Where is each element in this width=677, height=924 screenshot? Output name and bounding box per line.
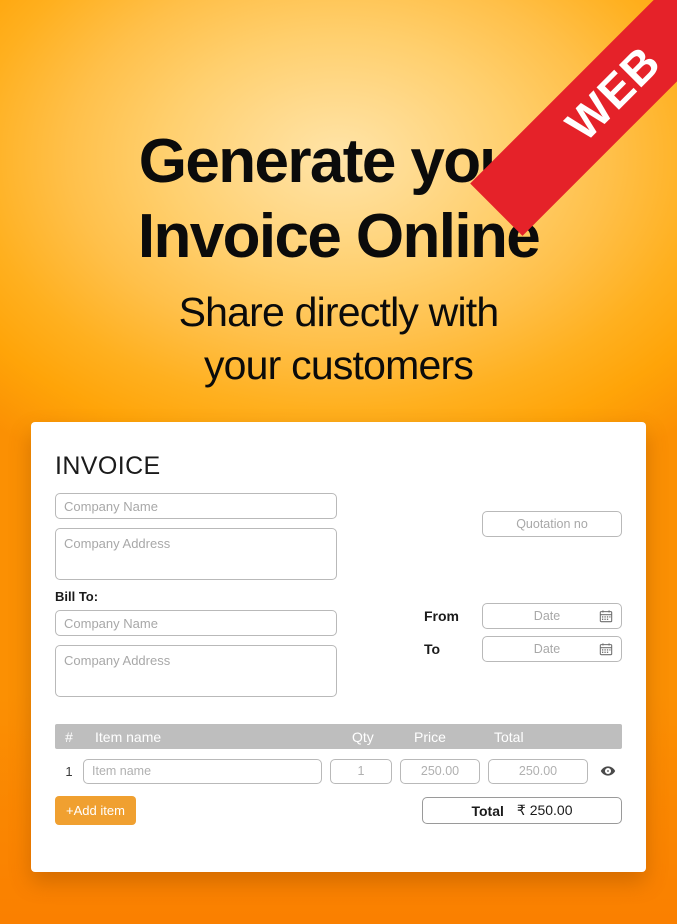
items-table-footer: +Add item Total ₹ 250.00: [55, 796, 622, 825]
date-to-input[interactable]: Date: [482, 636, 622, 662]
row-item-name-cell: Item name: [83, 758, 330, 784]
column-header-number: #: [65, 728, 73, 745]
invoice-card: INVOICE Company Name Company Address Bil…: [31, 422, 646, 872]
table-row: 1 Item name 1 250.00 250.00: [55, 754, 622, 788]
seller-company-address-input[interactable]: Company Address: [55, 528, 337, 580]
quotation-no-placeholder: Quotation no: [516, 517, 588, 531]
bill-to-company-name-input[interactable]: Company Name: [55, 610, 337, 636]
calendar-icon[interactable]: [599, 609, 613, 623]
column-header-item-name: Item name: [95, 728, 162, 745]
date-to-label: To: [424, 641, 441, 657]
item-total-value: 250.00: [518, 764, 558, 778]
bill-to-company-name-placeholder: Company Name: [64, 615, 158, 631]
date-to-placeholder: Date: [533, 642, 561, 656]
bill-to-label: Bill To:: [55, 589, 99, 604]
add-item-button[interactable]: +Add item: [55, 796, 136, 825]
seller-company-address-placeholder: Company Address: [64, 536, 171, 551]
item-qty-input[interactable]: 1: [330, 758, 392, 784]
column-header-total: Total: [494, 728, 524, 745]
date-from-row: From Date: [340, 603, 622, 629]
page-subtitle: Share directly with your customers: [0, 286, 677, 391]
item-name-placeholder: Item name: [92, 764, 152, 778]
item-name-input[interactable]: Item name: [83, 758, 322, 784]
seller-company-name-input[interactable]: Company Name: [55, 493, 337, 519]
row-number: 1: [65, 763, 73, 779]
quotation-no-input[interactable]: Quotation no: [482, 511, 622, 537]
page-subtitle-line-2: your customers: [203, 341, 474, 388]
page-subtitle-line-1: Share directly with: [178, 289, 500, 336]
date-from-label: From: [424, 608, 459, 624]
calendar-icon[interactable]: [599, 642, 613, 656]
ribbon-label: WEB: [555, 35, 671, 151]
grand-total-value: ₹ 250.00: [516, 802, 573, 818]
items-table-header: # Item name Qty Price Total: [55, 724, 622, 749]
item-qty-value: 1: [357, 764, 365, 778]
poster-background: WEB Generate your Invoice Online Share d…: [0, 0, 677, 924]
date-from-input[interactable]: Date: [482, 603, 622, 629]
invoice-parties-column: Company Name Company Address Bill To: Co…: [55, 493, 337, 706]
ribbon-band: WEB: [470, 0, 677, 236]
seller-company-name-placeholder: Company Name: [64, 498, 158, 514]
column-header-qty: Qty: [352, 728, 374, 745]
date-from-placeholder: Date: [533, 609, 561, 623]
item-price-value: 250.00: [420, 764, 460, 778]
items-table: # Item name Qty Price Total 1 Item name …: [55, 724, 622, 825]
invoice-heading: INVOICE: [55, 452, 161, 480]
corner-ribbon: WEB: [427, 0, 677, 250]
item-price-input[interactable]: 250.00: [400, 758, 480, 784]
bill-to-company-address-input[interactable]: Company Address: [55, 645, 337, 697]
eye-icon[interactable]: [600, 763, 616, 779]
item-total-input[interactable]: 250.00: [488, 758, 588, 784]
invoice-top-section: Company Name Company Address Bill To: Co…: [55, 493, 622, 706]
invoice-meta-column: Quotation no From Date To Date: [340, 493, 622, 669]
grand-total-box: Total ₹ 250.00: [422, 797, 622, 824]
row-price-cell: 250.00: [400, 758, 488, 784]
row-total-cell: 250.00: [488, 758, 594, 784]
row-qty-cell: 1: [330, 758, 400, 784]
row-preview-cell: [594, 763, 622, 779]
column-header-price: Price: [414, 728, 446, 745]
grand-total-label: Total: [471, 802, 504, 819]
date-to-row: To Date: [340, 636, 622, 662]
date-range-block: From Date To Date: [340, 603, 622, 669]
bill-to-company-address-placeholder: Company Address: [64, 653, 171, 668]
